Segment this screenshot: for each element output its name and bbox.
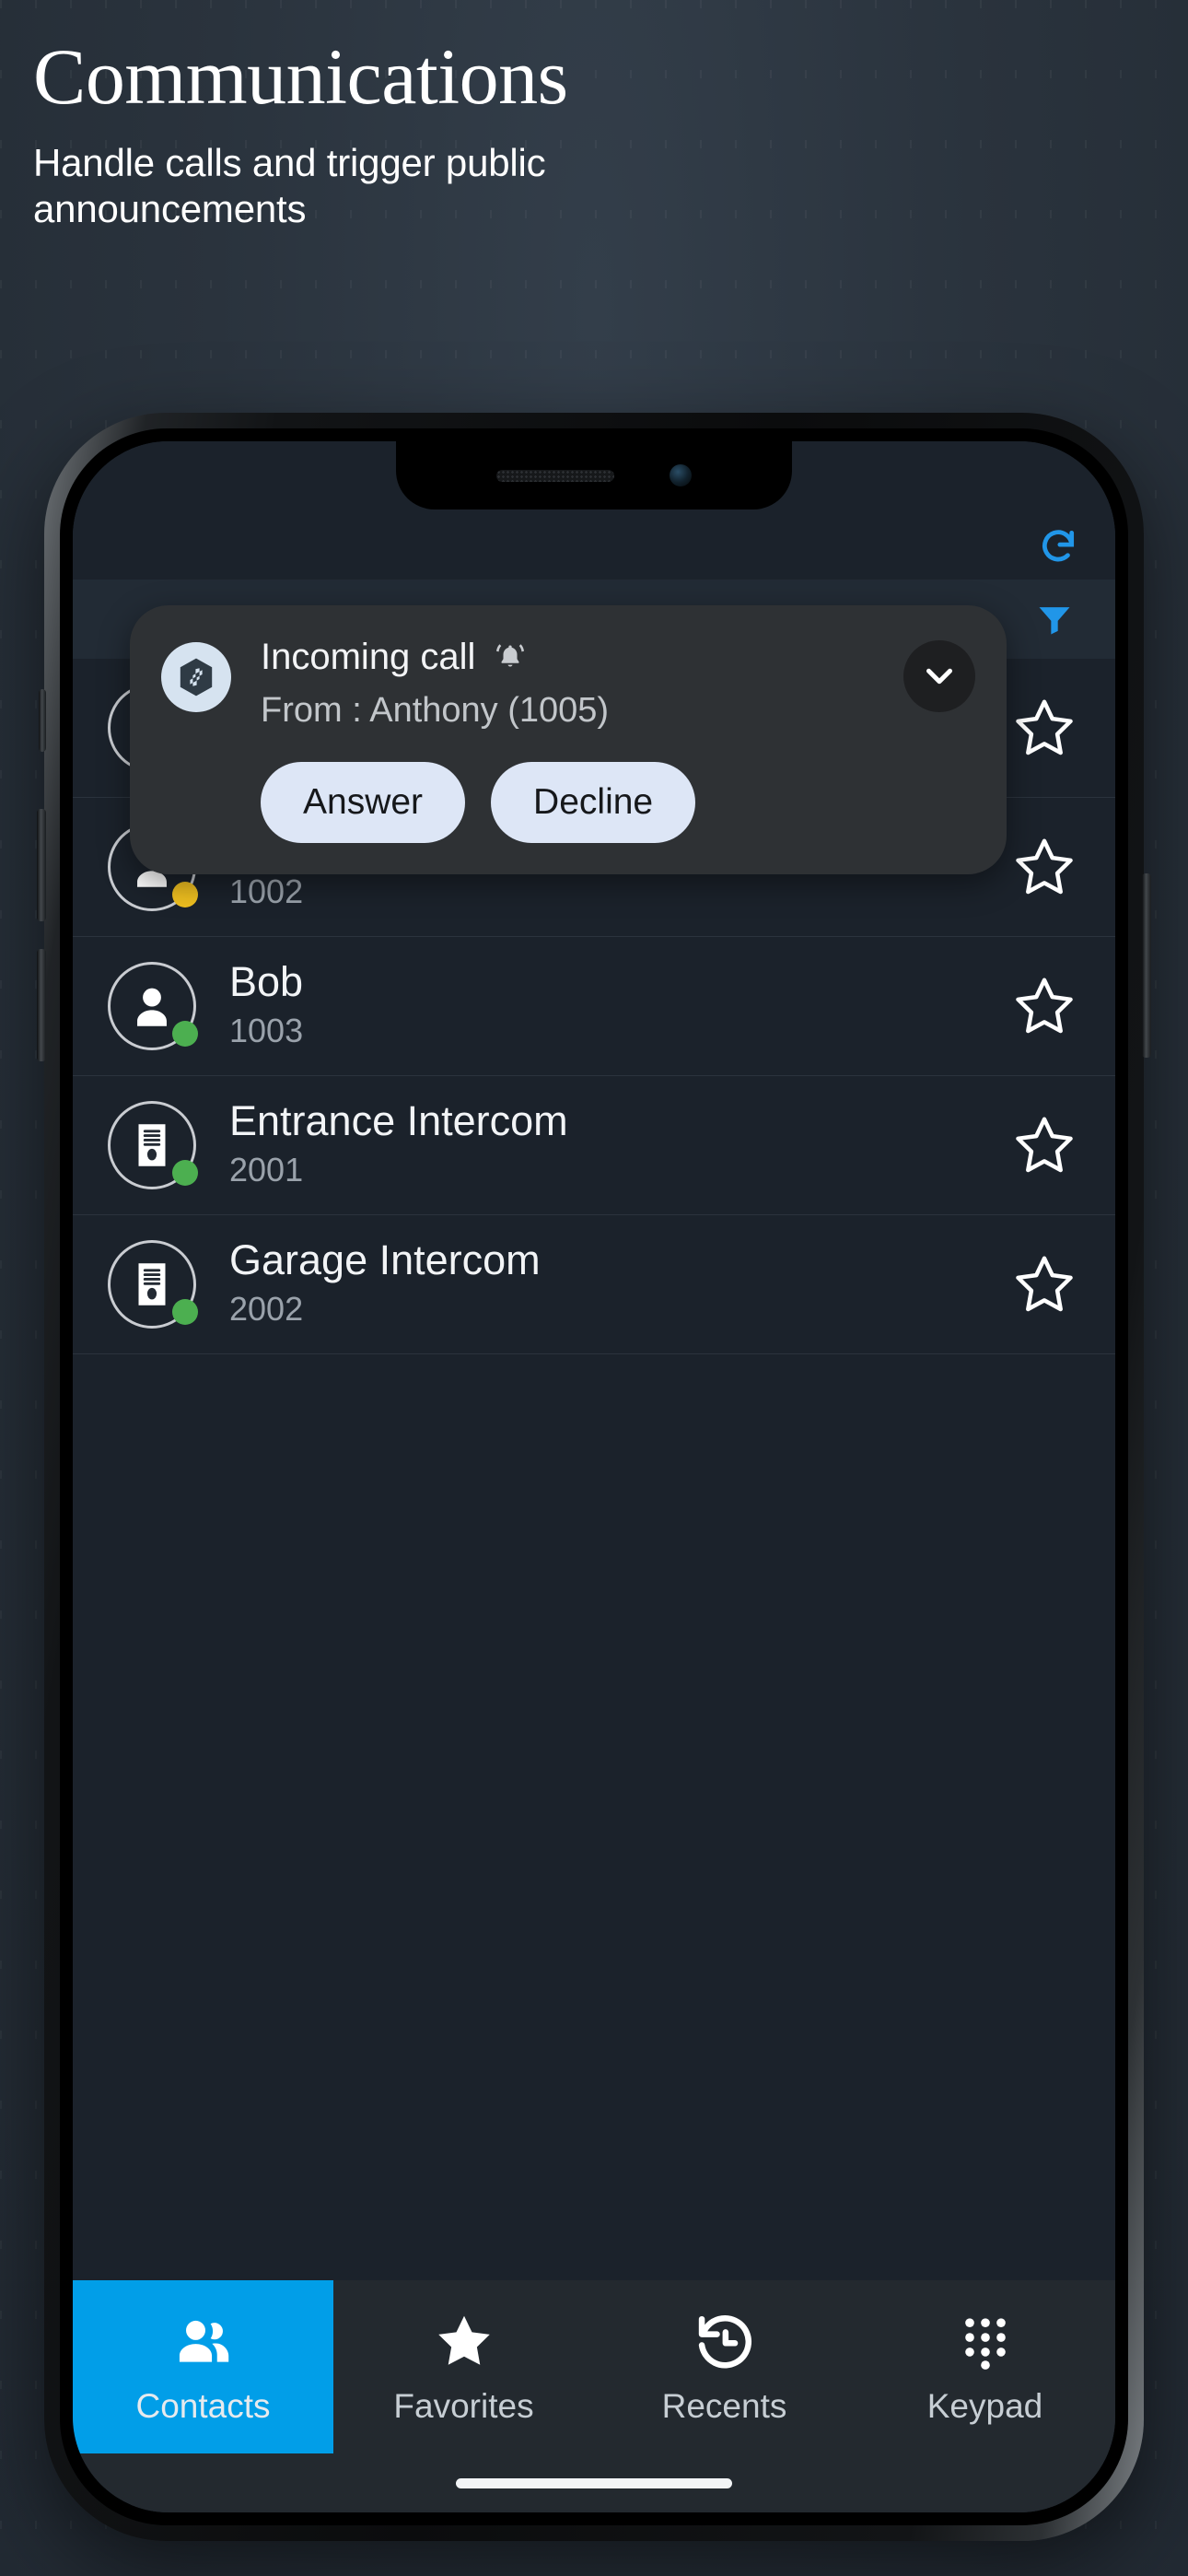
avatar <box>108 1240 198 1329</box>
home-indicator-area <box>73 2453 1115 2512</box>
tab-recents[interactable]: Recents <box>594 2280 855 2453</box>
phone-mockup-frame: Admin1001Alice1002Bob1003Entrance Interc… <box>37 413 1151 2541</box>
tab-label: Keypad <box>926 2387 1043 2425</box>
tab-label: Contacts <box>135 2387 271 2425</box>
tab-favorites[interactable]: Favorites <box>333 2280 594 2453</box>
contacts-icon <box>172 2308 235 2374</box>
notification-title-row: Incoming call <box>261 637 903 678</box>
tab-label: Recents <box>661 2387 787 2425</box>
phone-volume-down-button <box>37 949 46 1061</box>
favorite-star-button[interactable] <box>1005 1245 1084 1324</box>
phone-silent-switch <box>39 689 46 752</box>
dialpad-icon <box>954 2308 1017 2374</box>
hero-section: Communications Handle calls and trigger … <box>0 0 1188 233</box>
contact-name: Garage Intercom <box>229 1237 541 1284</box>
presence-dot-online <box>172 1299 198 1325</box>
page-title: Communications <box>33 32 568 121</box>
notification-actions: Answer Decline <box>161 762 975 843</box>
notification-caller: From : Anthony (1005) <box>261 691 610 730</box>
contact-name: Entrance Intercom <box>229 1098 568 1145</box>
page-subtitle: Handle calls and trigger public announce… <box>33 141 546 231</box>
page-root: Communications Handle calls and trigger … <box>0 0 1188 2576</box>
phone-notch <box>396 441 792 509</box>
answer-button[interactable]: Answer <box>261 762 466 843</box>
home-indicator[interactable] <box>456 2477 732 2488</box>
bell-ringing-icon <box>494 641 527 674</box>
notification-text: Incoming call From: Anthony (1005) <box>231 637 903 731</box>
refresh-icon[interactable] <box>1038 526 1078 567</box>
phone-bezel: Admin1001Alice1002Bob1003Entrance Interc… <box>60 428 1128 2525</box>
contact-info: Garage Intercom 2002 <box>196 1237 1005 1330</box>
contact-list[interactable]: Admin1001Alice1002Bob1003Entrance Interc… <box>73 659 1115 2280</box>
tab-keypad[interactable]: Keypad <box>855 2280 1115 2453</box>
earpiece-speaker <box>496 469 614 482</box>
notification-header: Incoming call From: Anthony (1005) <box>161 637 975 731</box>
notification-title: Incoming call <box>261 637 476 677</box>
contact-extension: 1003 <box>229 1011 304 1049</box>
favorite-star-button[interactable] <box>1005 827 1084 907</box>
history-icon <box>693 2308 756 2374</box>
favorite-star-button[interactable] <box>1005 1106 1084 1185</box>
incoming-call-notification[interactable]: Incoming call From: Anthony (1005) Answ… <box>130 605 1007 874</box>
contact-extension: 1002 <box>229 872 304 910</box>
contact-row[interactable]: Entrance Intercom 2001 <box>73 1076 1115 1215</box>
app-logo-icon <box>161 642 231 712</box>
contact-info: Entrance Intercom 2001 <box>196 1098 1005 1191</box>
tab-contacts[interactable]: Contacts <box>73 2280 333 2453</box>
filter-icon[interactable] <box>1034 599 1075 639</box>
contact-name: Bob <box>229 959 304 1006</box>
tab-label: Favorites <box>393 2387 534 2425</box>
front-camera-icon <box>670 464 692 486</box>
avatar <box>108 1101 198 1189</box>
contact-row[interactable]: Bob 1003 <box>73 937 1115 1076</box>
presence-dot-online <box>172 1160 198 1186</box>
contact-extension: 2001 <box>229 1150 304 1188</box>
star-icon <box>433 2308 495 2374</box>
phone-volume-up-button <box>37 809 46 921</box>
presence-dot-online <box>172 1021 198 1047</box>
contact-row[interactable]: Garage Intercom 2002 <box>73 1215 1115 1354</box>
contact-info: Bob 1003 <box>196 959 1005 1052</box>
favorite-star-button[interactable] <box>1005 966 1084 1046</box>
phone-power-button <box>1142 873 1151 1058</box>
presence-dot-away <box>172 882 198 907</box>
avatar <box>108 962 198 1050</box>
contact-extension: 2002 <box>229 1289 304 1328</box>
chevron-down-icon[interactable] <box>903 640 975 712</box>
favorite-star-button[interactable] <box>1005 688 1084 767</box>
phone-screen: Admin1001Alice1002Bob1003Entrance Interc… <box>73 441 1115 2512</box>
bottom-tab-bar: Contacts Favorites Recents Keypad <box>73 2280 1115 2453</box>
decline-button[interactable]: Decline <box>491 762 696 843</box>
